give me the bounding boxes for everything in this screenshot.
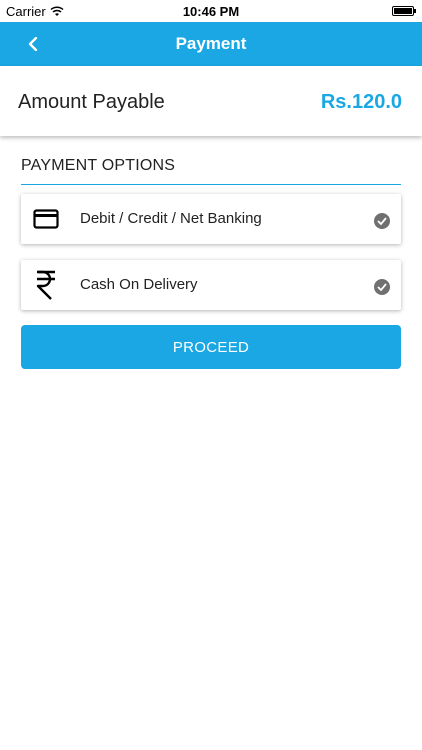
payment-option-label: Debit / Credit / Net Banking <box>80 210 262 227</box>
credit-card-icon <box>32 206 60 232</box>
amount-payable-card: Amount Payable Rs.120.0 <box>0 66 422 136</box>
status-bar: Carrier 10:46 PM <box>0 0 422 22</box>
back-button[interactable] <box>18 30 48 58</box>
proceed-button[interactable]: PROCEED <box>21 325 401 369</box>
cod-option-label: Cash On Delivery <box>80 276 198 293</box>
payment-option-card[interactable]: Debit / Credit / Net Banking <box>21 194 401 244</box>
cod-option-card[interactable]: Cash On Delivery <box>21 260 401 310</box>
nav-bar: Payment <box>0 22 422 66</box>
battery-icon <box>392 6 416 16</box>
check-icon[interactable] <box>374 279 390 295</box>
payment-options-title: PAYMENT OPTIONS <box>21 157 176 174</box>
amount-label: Amount Payable <box>18 91 165 113</box>
amount-value: Rs.120.0 <box>320 91 402 113</box>
page-title: Payment <box>175 34 247 53</box>
rupee-icon <box>32 270 60 300</box>
check-icon[interactable] <box>374 213 390 229</box>
status-time: 10:46 PM <box>182 4 240 19</box>
section-divider <box>21 184 401 185</box>
chevron-left-icon <box>28 37 38 51</box>
